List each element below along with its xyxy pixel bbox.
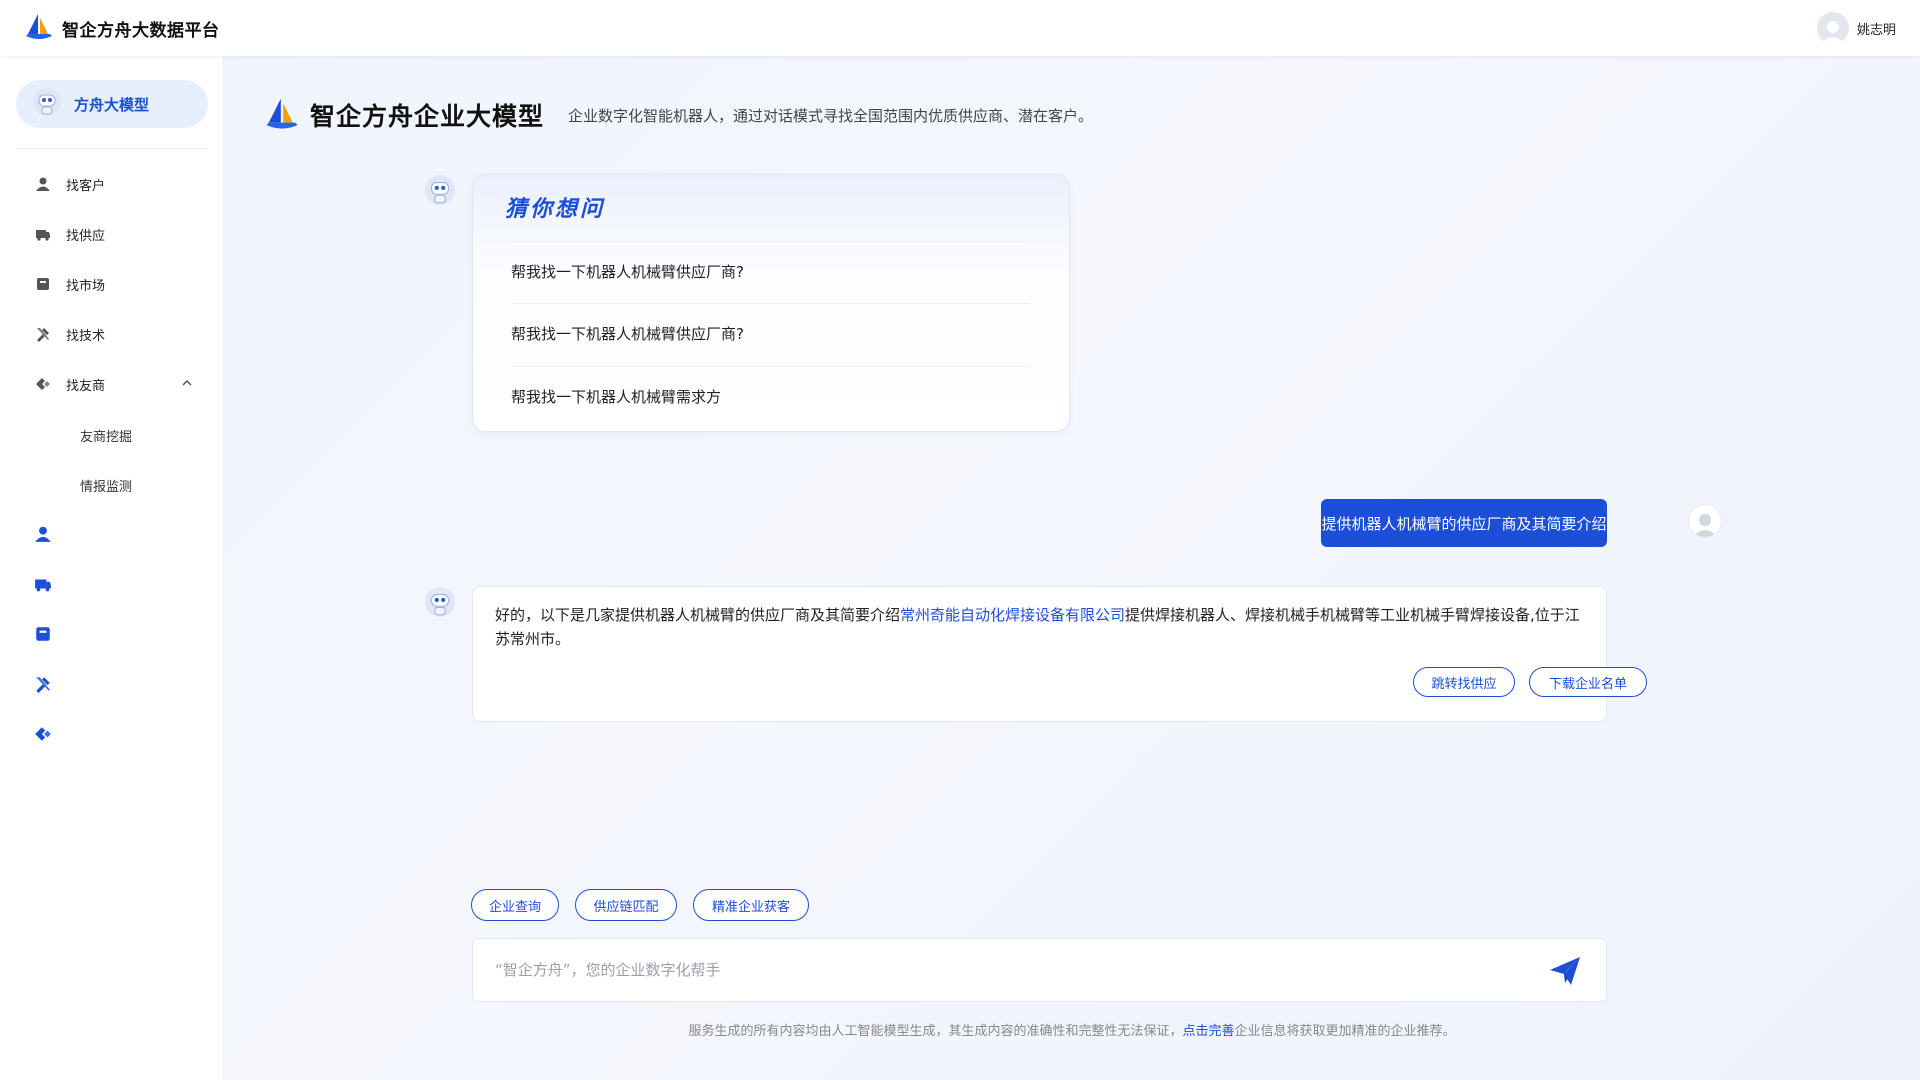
book-icon (34, 275, 52, 293)
chat-input[interactable] (495, 939, 1535, 1001)
sidebar-item-model[interactable]: 方舟大模型 (16, 80, 208, 128)
tools-icon[interactable] (34, 675, 52, 693)
sidebar-item-find-tech[interactable]: 找技术 (34, 322, 194, 346)
quick-chip-company-query[interactable]: 企业查询 (471, 889, 559, 921)
sidebar-subitem-intel-monitor[interactable]: 情报监测 (80, 476, 132, 495)
handshake-icon[interactable] (34, 725, 52, 743)
quick-chip-precise-leads[interactable]: 精准企业获客 (693, 889, 809, 921)
page-header: 智企方舟企业大模型 企业数字化智能机器人，通过对话模式寻找全国范围内优质供应商、… (264, 96, 1093, 134)
download-list-button[interactable]: 下载企业名单 (1529, 667, 1647, 697)
user-menu[interactable]: 姚志明 (1816, 12, 1896, 44)
tools-icon (34, 325, 52, 343)
bot-avatar (424, 174, 456, 206)
handshake-icon (34, 375, 52, 393)
sidebar-item-find-supply[interactable]: 找供应 (34, 222, 194, 246)
robot-icon (32, 87, 62, 121)
disclaimer-text-end: 企业信息将获取更加精准的企业推荐。 (1234, 1024, 1456, 1039)
truck-icon[interactable] (34, 575, 52, 593)
sidebar-item-find-market[interactable]: 找市场 (34, 272, 194, 296)
disclaimer: 服务生成的所有内容均由人工智能模型生成，其生成内容的准确性和完整性无法保证，点击… (224, 1020, 1920, 1039)
quick-chip-supply-match[interactable]: 供应链匹配 (575, 889, 677, 921)
sidebar-item-label: 找客户 (66, 178, 106, 194)
avatar[interactable] (1816, 12, 1849, 44)
truck-icon (34, 225, 52, 243)
answer-prefix: 好的，以下是几家提供机器人机械臂的供应厂商及其简要介绍 (495, 606, 901, 624)
company-link[interactable]: 常州奇能自动化焊接设备有限公司 (900, 606, 1125, 624)
sidebar-item-label: 方舟大模型 (74, 95, 150, 114)
sidebar-item-find-customer[interactable]: 找客户 (34, 172, 194, 196)
app-title: 智企方舟大数据平台 (62, 20, 220, 41)
sail-logo-icon (264, 96, 300, 134)
suggestion-item[interactable]: 帮我找一下机器人机械臂供应厂商? (511, 241, 1031, 303)
complete-info-link[interactable]: 点击完善 (1182, 1024, 1234, 1039)
sidebar-item-label: 找供应 (66, 228, 106, 244)
book-icon[interactable] (34, 625, 52, 643)
bot-avatar (424, 586, 456, 618)
page-title: 智企方舟企业大模型 (310, 102, 545, 131)
suggestion-item[interactable]: 帮我找一下机器人机械臂供应厂商? (511, 303, 1031, 365)
top-header: 智企方舟大数据平台 姚志明 (0, 0, 1920, 56)
sidebar-item-find-competitor[interactable]: 找友商 (34, 372, 194, 396)
user-message-bubble: 提供机器人机械臂的供应厂商及其简要介绍 (1321, 499, 1607, 547)
sidebar-item-label: 找技术 (66, 328, 106, 344)
user-icon (34, 175, 52, 193)
disclaimer-text: 服务生成的所有内容均由人工智能模型生成，其生成内容的准确性和完整性无法保证， (688, 1024, 1183, 1039)
suggestion-title: 猜你想问 (505, 197, 606, 222)
sidebar: 方舟大模型 找客户 找供应 找市场 找技术 找友商 友商挖掘 情报监测 (0, 56, 224, 1080)
answer-text: 好的，以下是几家提供机器人机械臂的供应厂商及其简要介绍常州奇能自动化焊接设备有限… (495, 603, 1585, 651)
chat-input-box (472, 938, 1607, 1002)
suggestion-item[interactable]: 帮我找一下机器人机械臂需求方 (511, 366, 1031, 428)
page-subtitle: 企业数字化智能机器人，通过对话模式寻找全国范围内优质供应商、潜在客户。 (568, 106, 1094, 125)
sail-logo-icon (24, 12, 54, 44)
chevron-up-icon[interactable] (180, 376, 194, 394)
chat-main: 智企方舟企业大模型 企业数字化智能机器人，通过对话模式寻找全国范围内优质供应商、… (224, 56, 1920, 1080)
brand[interactable]: 智企方舟大数据平台 (24, 12, 220, 44)
send-icon[interactable] (1547, 953, 1583, 989)
user-icon[interactable] (34, 525, 52, 543)
sidebar-subitem-competitor-mining[interactable]: 友商挖掘 (80, 426, 132, 445)
jump-supply-button[interactable]: 跳转找供应 (1413, 667, 1515, 697)
user-name: 姚志明 (1856, 22, 1896, 38)
sidebar-item-label: 找友商 (66, 378, 106, 394)
bot-answer-card: 好的，以下是几家提供机器人机械臂的供应厂商及其简要介绍常州奇能自动化焊接设备有限… (472, 586, 1647, 722)
sidebar-item-label: 找市场 (66, 278, 106, 294)
divider (16, 148, 208, 149)
suggestion-card: 猜你想问 帮我找一下机器人机械臂供应厂商? 帮我找一下机器人机械臂供应厂商? 帮… (472, 174, 1070, 432)
avatar (1688, 504, 1722, 538)
